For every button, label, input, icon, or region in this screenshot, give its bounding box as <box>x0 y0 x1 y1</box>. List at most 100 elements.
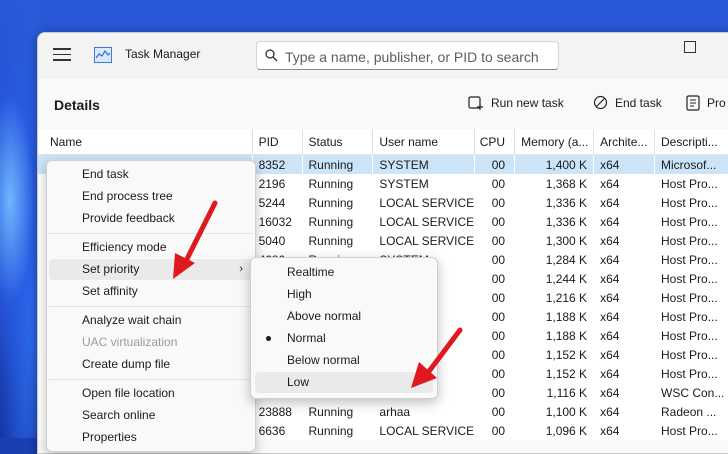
priority-option-label: High <box>287 287 312 301</box>
menu-item-analyze-wait-chain[interactable]: Analyze wait chain <box>49 310 253 331</box>
cell-arch: x64 <box>600 195 620 210</box>
priority-option-high[interactable]: High <box>255 284 433 305</box>
cell-pid: 5040 <box>258 233 286 248</box>
priority-option-label: Realtime <box>287 265 335 279</box>
cell-user: LOCAL SERVICE <box>379 195 475 210</box>
cell-status: Running <box>308 195 354 210</box>
cell-mem: 1,336 K <box>545 214 588 229</box>
cell-desc: WSC Con... <box>661 385 725 400</box>
cell-arch: x64 <box>600 271 620 286</box>
cell-mem: 1,300 K <box>545 233 588 248</box>
cell-mem: 1,100 K <box>545 404 588 419</box>
cell-arch: x64 <box>600 290 620 305</box>
cell-desc: Host Pro... <box>661 252 718 267</box>
cell-cpu: 00 <box>491 366 506 381</box>
cell-pid: 16032 <box>258 214 292 229</box>
priority-option-below-normal[interactable]: Below normal <box>255 350 433 371</box>
menu-item-set-priority[interactable]: Set priority › <box>49 259 253 280</box>
cell-cpu: 00 <box>491 404 506 419</box>
cell-user: SYSTEM <box>372 154 475 174</box>
column-header-description[interactable]: Descripti... <box>654 129 728 155</box>
column-header-cpu[interactable]: CPU <box>474 129 516 155</box>
cell-user: arhaa <box>379 404 411 419</box>
page-title: Details <box>54 97 100 113</box>
menu-separator <box>49 306 253 307</box>
menu-item-provide-feedback[interactable]: Provide feedback <box>49 208 253 229</box>
run-new-task-button[interactable]: Run new task <box>468 95 564 111</box>
set-priority-label: Set priority <box>82 262 140 276</box>
process-context-menu: End task End process tree Provide feedba… <box>46 160 256 452</box>
cell-mem: 1,096 K <box>545 423 588 438</box>
column-header-user-name[interactable]: User name <box>372 129 476 155</box>
run-task-icon <box>468 96 483 110</box>
cell-arch: x64 <box>600 404 620 419</box>
menu-separator <box>49 233 253 234</box>
cell-cpu: 00 <box>491 328 506 343</box>
cell-user: SYSTEM <box>379 176 429 191</box>
end-task-label: End task <box>615 95 662 110</box>
cell-cpu: 00 <box>491 176 506 191</box>
cell-desc: Host Pro... <box>661 176 718 191</box>
cell-cpu: 00 <box>491 195 506 210</box>
cell-cpu: 00 <box>491 214 506 229</box>
cell-desc: Host Pro... <box>661 328 718 343</box>
column-header-pid[interactable]: PID <box>252 129 303 155</box>
cell-status: Running <box>308 214 354 229</box>
properties-button[interactable]: Pro <box>686 95 726 111</box>
cell-mem: 1,152 K <box>545 347 588 362</box>
column-header-status[interactable]: Status <box>302 129 374 155</box>
menu-item-end-task[interactable]: End task <box>49 164 253 185</box>
cell-mem: 1,368 K <box>545 176 588 191</box>
menu-item-efficiency-mode[interactable]: Efficiency mode <box>49 237 253 258</box>
menu-item-uac-virtualization: UAC virtualization <box>82 335 178 349</box>
cell-cpu: 00 <box>491 347 506 362</box>
maximize-icon[interactable] <box>684 41 696 53</box>
cell-arch: x64 <box>600 309 620 324</box>
cell-mem: 1,116 K <box>546 385 588 400</box>
cell-arch: x64 <box>600 385 620 400</box>
cell-desc: Host Pro... <box>661 423 718 438</box>
cell-desc: Host Pro... <box>661 214 718 229</box>
search-icon <box>265 49 278 62</box>
menu-item-search-online[interactable]: Search online <box>49 405 253 426</box>
priority-option-label: Low <box>287 375 310 389</box>
cell-user: LOCAL SERVICE <box>379 233 475 248</box>
cell-desc: Host Pro... <box>661 309 718 324</box>
menu-item-set-affinity[interactable]: Set affinity <box>49 281 253 302</box>
cell-arch: x64 <box>600 366 620 381</box>
priority-option-realtime[interactable]: Realtime <box>255 262 433 283</box>
end-task-icon <box>593 95 608 110</box>
properties-label: Pro <box>707 96 726 110</box>
priority-option-low[interactable]: Low <box>255 372 433 393</box>
cell-mem: 1,188 K <box>545 328 588 343</box>
column-header-architecture[interactable]: Archite... <box>593 129 656 155</box>
menu-item-open-file-location[interactable]: Open file location <box>49 383 253 404</box>
cell-user: LOCAL SERVICE <box>379 423 475 438</box>
cell-cpu: 00 <box>491 423 506 438</box>
cell-arch: x64 <box>600 328 620 343</box>
column-header-memory[interactable]: Memory (a... <box>514 129 595 155</box>
priority-option-above-normal[interactable]: Above normal <box>255 306 433 327</box>
end-task-button[interactable]: End task <box>593 95 662 110</box>
menu-item-end-process-tree[interactable]: End process tree <box>49 186 253 207</box>
priority-option-normal[interactable]: Normal <box>255 328 433 349</box>
cell-arch: x64 <box>600 233 620 248</box>
cell-mem: 1,284 K <box>545 252 588 267</box>
hamburger-menu-icon[interactable] <box>53 48 71 62</box>
cell-arch: x64 <box>600 214 620 229</box>
search-box[interactable] <box>256 41 559 70</box>
properties-icon <box>686 95 700 111</box>
search-input[interactable] <box>283 46 557 67</box>
cell-cpu: 00 <box>474 154 515 174</box>
table-header: Name PID Status User name CPU Memory (a.… <box>38 129 728 155</box>
cell-cpu: 00 <box>491 233 506 248</box>
window-title: Task Manager <box>125 47 201 61</box>
selected-bullet-icon <box>266 336 271 341</box>
cell-status: Running <box>308 404 354 419</box>
menu-item-create-dump-file[interactable]: Create dump file <box>49 354 253 375</box>
cell-mem: 1,188 K <box>545 309 588 324</box>
cell-mem: 1,400 K <box>514 154 594 174</box>
column-header-name[interactable]: Name <box>38 129 253 155</box>
menu-separator <box>49 379 253 380</box>
cell-status: Running <box>308 233 354 248</box>
